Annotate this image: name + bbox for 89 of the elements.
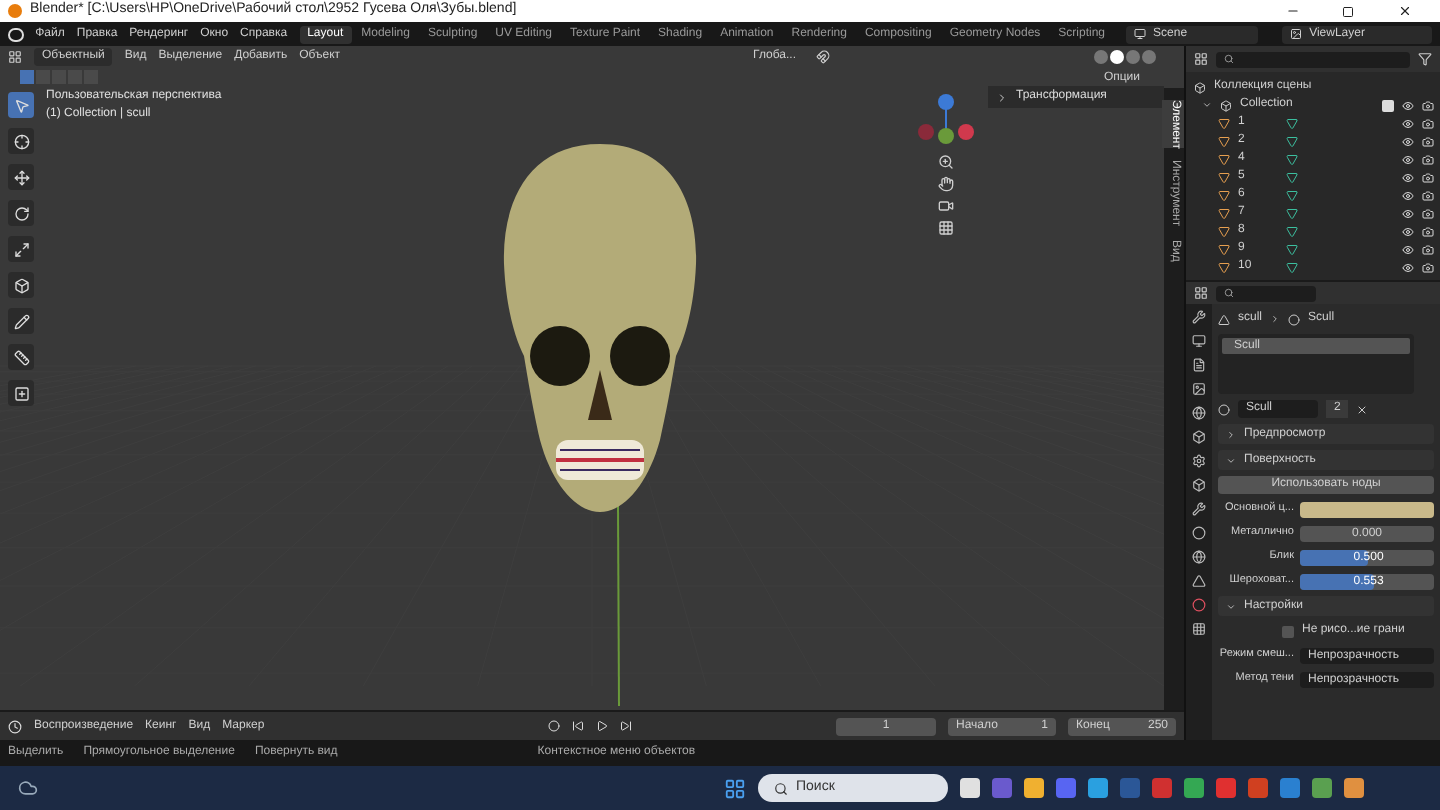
tool-icon[interactable]: [1192, 310, 1206, 324]
search-field[interactable]: [1216, 51, 1410, 67]
close-icon: [1397, 4, 1411, 18]
add-cube-tool-button[interactable]: [8, 380, 34, 406]
eye-icon: [1402, 243, 1414, 255]
collection-icon: [1194, 81, 1206, 93]
mesh-icon: [1218, 313, 1230, 325]
chevron-right-icon: [1226, 429, 1236, 439]
eye-icon: [1402, 153, 1414, 165]
eye-icon: [1402, 189, 1414, 201]
start-icon: [724, 777, 746, 799]
zoom-icon: [938, 154, 954, 170]
camera-icon: [1422, 99, 1434, 111]
mesh-icon[interactable]: [1192, 574, 1206, 588]
eye-icon: [1402, 171, 1414, 183]
scale-tool-icon: [13, 241, 29, 257]
chevron-down-icon: [1226, 455, 1236, 465]
chevron-icon: [1270, 314, 1281, 324]
maximize-icon: [1342, 5, 1354, 17]
search-icon: [774, 781, 788, 795]
shading-mode-button[interactable]: [1110, 50, 1124, 64]
camera-icon: [938, 198, 954, 214]
play-icon: [596, 720, 609, 732]
cursor-tool-button[interactable]: [8, 128, 34, 154]
box-icon[interactable]: [1192, 478, 1206, 492]
eye-icon: [1402, 99, 1414, 111]
ruler-tool-icon: [13, 349, 29, 365]
axis-gizmo: [916, 92, 976, 148]
jump-start-icon: [572, 720, 585, 732]
camera-icon: [1422, 243, 1434, 255]
filter-icon: [1418, 52, 1432, 66]
record-icon: [548, 720, 561, 732]
collection-icon: [1220, 99, 1232, 111]
select-tool-icon: [13, 97, 29, 113]
select-tool-button[interactable]: [8, 92, 34, 118]
transform-tool-button[interactable]: [8, 272, 34, 298]
color-swatch[interactable]: [1300, 501, 1434, 517]
weather-icon: [16, 778, 40, 798]
search-icon: [1224, 54, 1234, 64]
object-icon[interactable]: [1192, 430, 1206, 444]
view-layer-icon: [1289, 28, 1302, 40]
grid-icon[interactable]: [1192, 622, 1206, 636]
pencil-tool-button[interactable]: [8, 308, 34, 334]
transform-tool-icon: [13, 277, 29, 293]
scale-tool-button[interactable]: [8, 236, 34, 262]
eye-icon: [1402, 135, 1414, 147]
eye-icon: [1402, 207, 1414, 219]
circle-icon[interactable]: [1192, 526, 1206, 540]
jump-end-icon: [620, 720, 633, 732]
unlink-icon: [1356, 403, 1369, 415]
world-icon[interactable]: [1192, 406, 1206, 420]
camera-icon: [1422, 189, 1434, 201]
image-icon[interactable]: [1192, 382, 1206, 396]
camera-icon: [1422, 117, 1434, 129]
eye-icon: [1402, 225, 1414, 237]
checkbox[interactable]: [1282, 625, 1294, 637]
settings-icon[interactable]: [1192, 454, 1206, 468]
scene-icon: [1133, 28, 1146, 40]
hand-icon: [938, 176, 954, 192]
rotate-tool-icon: [13, 205, 29, 221]
search-icon: [1224, 288, 1234, 298]
camera-icon: [1422, 261, 1434, 273]
move-tool-icon: [13, 169, 29, 185]
exclude-checkbox[interactable]: [1382, 99, 1394, 111]
camera-icon: [1422, 207, 1434, 219]
camera-icon: [1422, 153, 1434, 165]
material-icon: [1218, 403, 1230, 415]
minimize-icon: [1285, 4, 1299, 18]
globe-icon[interactable]: [1192, 550, 1206, 564]
expand-icon: [1202, 100, 1212, 110]
cursor-tool-icon: [13, 133, 29, 149]
grid-icon: [938, 220, 954, 236]
chevron-icon: [996, 91, 1008, 103]
snap-icon: [816, 50, 830, 64]
eye-icon: [1402, 261, 1414, 273]
material-icon[interactable]: [1192, 598, 1206, 612]
wrench-icon[interactable]: [1192, 502, 1206, 516]
camera-icon: [1422, 171, 1434, 183]
material-icon: [1288, 313, 1301, 325]
chevron-down-icon: [1226, 601, 1236, 611]
eye-icon: [1402, 117, 1414, 129]
pencil-tool-icon: [13, 313, 29, 329]
rotate-tool-button[interactable]: [8, 200, 34, 226]
camera-icon: [1422, 135, 1434, 147]
search-field[interactable]: [1216, 285, 1316, 301]
camera-icon: [1422, 225, 1434, 237]
add-cube-tool-icon: [13, 385, 29, 401]
ruler-tool-button[interactable]: [8, 344, 34, 370]
move-tool-button[interactable]: [8, 164, 34, 190]
